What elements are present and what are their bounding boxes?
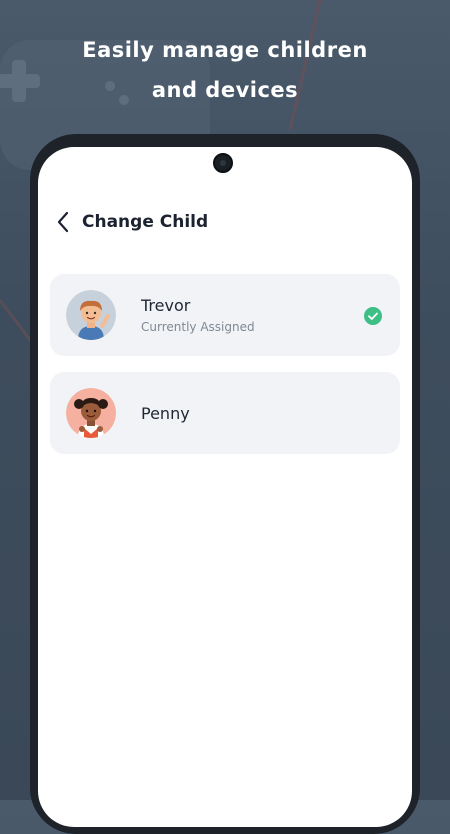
check-circle-icon bbox=[364, 307, 382, 325]
back-button[interactable] bbox=[52, 208, 74, 236]
promo-headline-line-2: and devices bbox=[151, 78, 299, 102]
page-title: Change Child bbox=[82, 212, 209, 232]
avatar-trevor bbox=[66, 290, 116, 340]
girl-avatar-icon bbox=[66, 388, 116, 438]
phone-screen: Change Child Trevor Currently Assigned P… bbox=[38, 147, 412, 827]
promo-headline: Easily manage children and devices bbox=[0, 30, 450, 110]
child-name: Trevor bbox=[141, 296, 191, 315]
chevron-left-icon bbox=[57, 211, 69, 233]
child-text-trevor: Trevor Currently Assigned bbox=[141, 296, 255, 334]
child-name: Penny bbox=[141, 403, 190, 423]
child-card-trevor[interactable]: Trevor Currently Assigned bbox=[50, 274, 400, 356]
boy-avatar-icon bbox=[66, 290, 116, 340]
promo-headline-line-1: Easily manage children bbox=[82, 38, 368, 62]
child-status: Currently Assigned bbox=[141, 320, 255, 334]
front-camera bbox=[213, 153, 233, 173]
child-text-penny: Penny bbox=[141, 404, 190, 423]
app-header: Change Child bbox=[52, 207, 208, 237]
child-card-penny[interactable]: Penny bbox=[50, 372, 400, 454]
avatar-penny bbox=[66, 388, 116, 438]
